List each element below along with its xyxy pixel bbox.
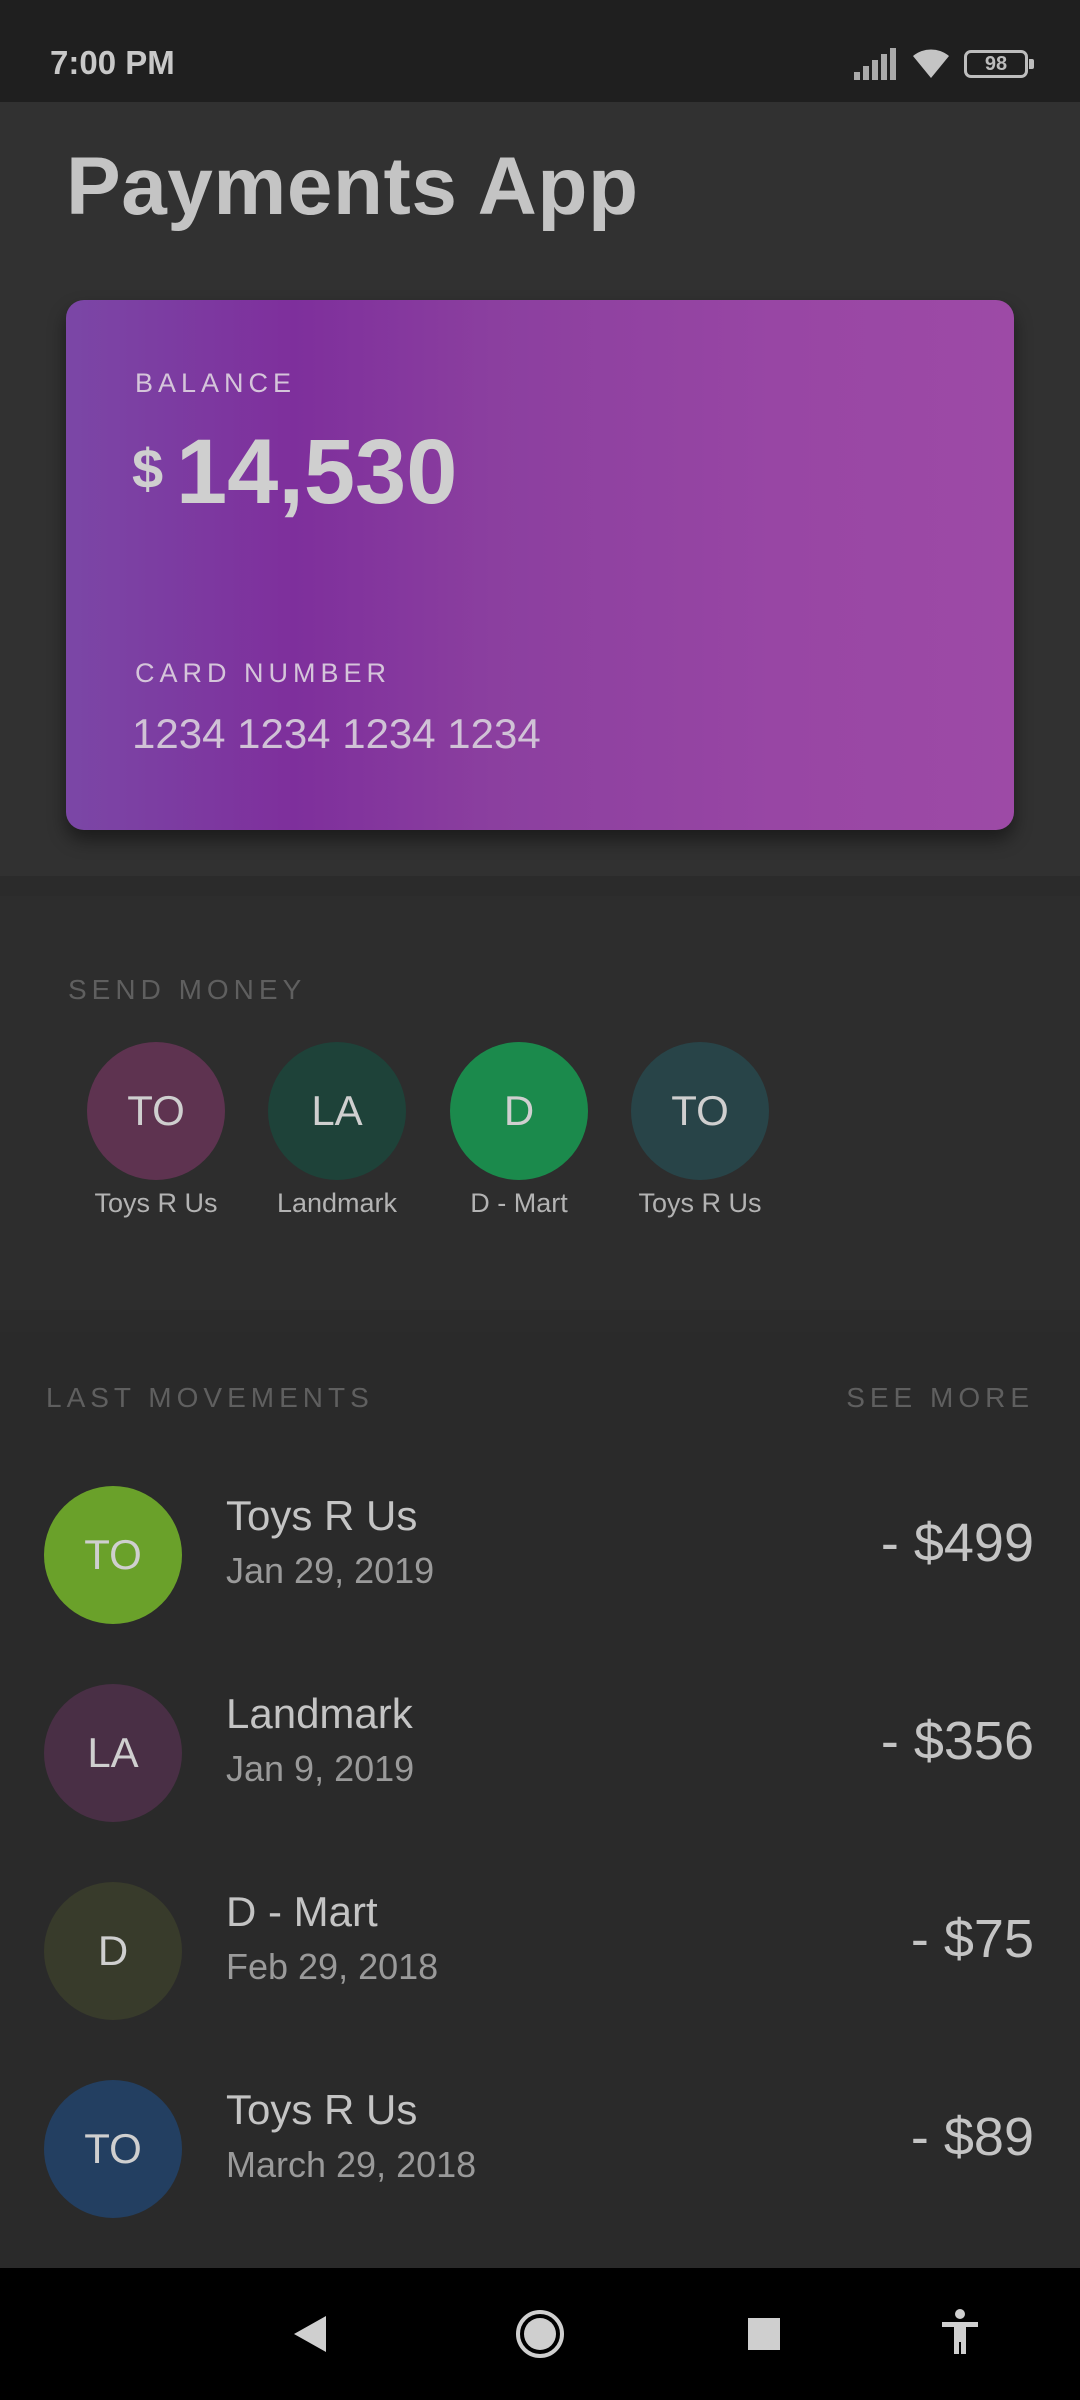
movement-name: Toys R Us xyxy=(226,1492,418,1539)
balance-label: BALANCE xyxy=(135,368,297,398)
movement-amount: - $89 xyxy=(910,2107,1034,2167)
movement-row[interactable]: TO Toys R Us March 29, 2018 - $89 xyxy=(0,2056,1080,2236)
back-icon[interactable] xyxy=(276,2298,348,2370)
card-number-label: CARD NUMBER xyxy=(135,658,392,688)
movement-date: Jan 9, 2019 xyxy=(226,1748,415,1789)
movement-avatar: D xyxy=(44,1882,182,2020)
signal-icon xyxy=(854,48,896,80)
movement-name: Toys R Us xyxy=(226,2086,418,2133)
movement-avatar: LA xyxy=(44,1684,182,1822)
contact-avatar: TO xyxy=(87,1042,225,1180)
recents-icon[interactable] xyxy=(728,2298,800,2370)
app-screen: 7:00 PM 98 Payments App BALANCE $ 14,530 xyxy=(0,0,1080,2400)
last-movements-section: LAST MOVEMENTS SEE MORE TO Toys R Us Jan… xyxy=(0,1332,1080,2268)
status-bar: 7:00 PM 98 xyxy=(0,0,1080,102)
send-money-label: SEND MONEY xyxy=(68,974,307,1005)
last-movements-label: LAST MOVEMENTS xyxy=(46,1382,374,1413)
movement-row[interactable]: D D - Mart Feb 29, 2018 - $75 xyxy=(0,1858,1080,2038)
movement-amount: - $356 xyxy=(880,1711,1034,1771)
header-section: Payments App BALANCE $ 14,530 CARD NUMBE… xyxy=(0,102,1080,876)
movement-date: Jan 29, 2019 xyxy=(226,1550,435,1591)
card-number: 1234 1234 1234 1234 xyxy=(132,710,541,757)
contacts-list: TO Toys R Us LA Landmark D D - Mart TO T… xyxy=(0,1042,1080,1242)
movement-row[interactable]: TO Toys R Us Jan 29, 2019 - $499 xyxy=(0,1462,1080,1642)
see-more-link[interactable]: SEE MORE xyxy=(846,1382,1034,1414)
movement-amount: - $75 xyxy=(910,1909,1034,1969)
movement-avatar: TO xyxy=(44,2080,182,2218)
contact-avatar: LA xyxy=(268,1042,406,1180)
contact-item[interactable]: TO Toys R Us xyxy=(610,1042,790,1242)
contact-name: Landmark xyxy=(276,1188,398,1218)
contact-name: Toys R Us xyxy=(94,1188,218,1218)
page-title: Payments App xyxy=(66,141,639,232)
movement-date: Feb 29, 2018 xyxy=(226,1946,439,1987)
movement-name: D - Mart xyxy=(226,1888,378,1935)
contact-item[interactable]: D D - Mart xyxy=(429,1042,609,1242)
contact-item[interactable]: TO Toys R Us xyxy=(66,1042,246,1242)
movement-name: Landmark xyxy=(226,1690,413,1737)
contact-avatar: D xyxy=(450,1042,588,1180)
home-icon[interactable] xyxy=(504,2298,576,2370)
send-money-section: SEND MONEY TO Toys R Us LA Landmark D D … xyxy=(0,896,1080,1310)
movement-avatar: TO xyxy=(44,1486,182,1624)
movement-date: March 29, 2018 xyxy=(226,2144,477,2185)
wifi-icon xyxy=(913,49,949,78)
balance-amount: 14,530 xyxy=(176,421,458,523)
contact-name: D - Mart xyxy=(470,1188,568,1218)
balance-card[interactable]: BALANCE $ 14,530 CARD NUMBER 1234 1234 1… xyxy=(66,300,1014,830)
contact-avatar: TO xyxy=(631,1042,769,1180)
contact-name: Toys R Us xyxy=(638,1188,762,1218)
status-time: 7:00 PM xyxy=(50,44,175,81)
battery-icon: 98 xyxy=(964,50,1034,78)
contact-item[interactable]: LA Landmark xyxy=(247,1042,427,1242)
navigation-bar xyxy=(0,2268,1080,2400)
movement-amount: - $499 xyxy=(880,1513,1034,1573)
movement-row[interactable]: LA Landmark Jan 9, 2019 - $356 xyxy=(0,1660,1080,1840)
accessibility-icon[interactable] xyxy=(924,2298,996,2370)
balance-currency: $ xyxy=(132,437,164,500)
